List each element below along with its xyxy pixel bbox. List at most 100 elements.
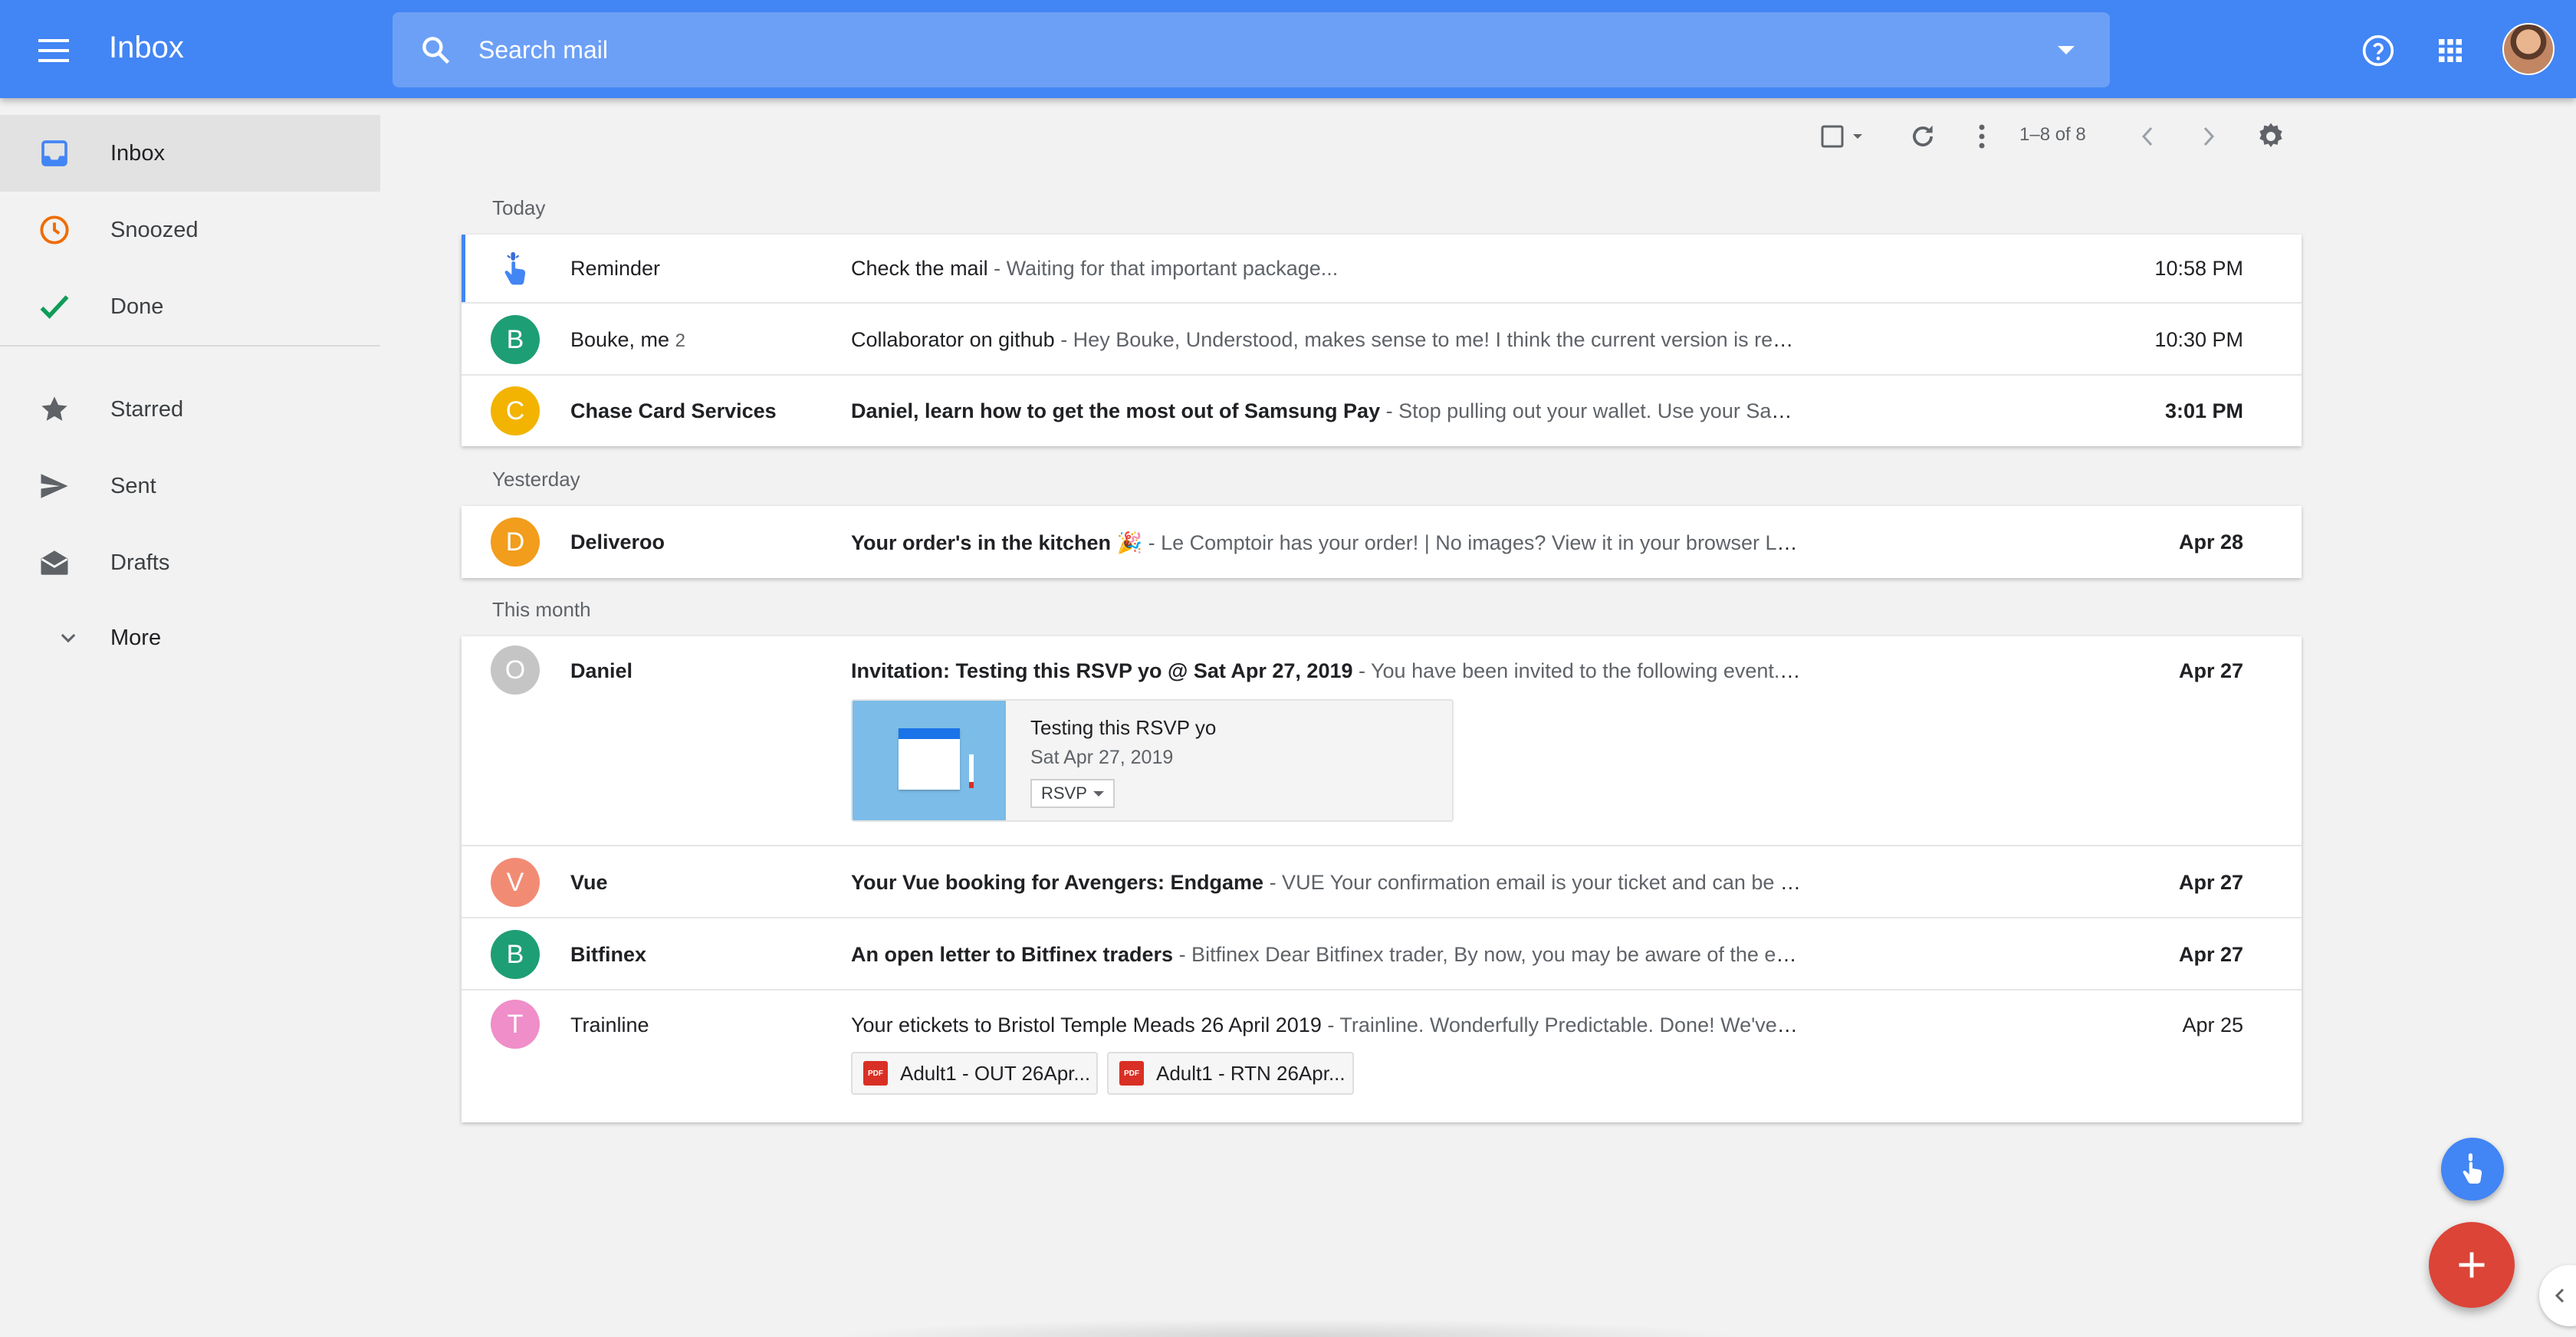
side-panel-toggle[interactable] <box>2539 1265 2576 1326</box>
attachment-chip[interactable]: PDF Adult1 - OUT 26Apr... <box>851 1052 1098 1095</box>
search-options-icon[interactable] <box>2058 46 2075 54</box>
email-preview: Collaborator on github - Hey Bouke, Unde… <box>851 328 1802 352</box>
search-input[interactable] <box>478 31 1935 69</box>
email-subject: Daniel, learn how to get the most out of… <box>851 399 1381 422</box>
email-row[interactable]: T Trainline Your etickets to Bristol Tem… <box>462 990 2302 1122</box>
email-subject: Collaborator on github <box>851 328 1055 351</box>
email-avatar: V <box>491 858 540 907</box>
email-sender: Vue <box>570 871 608 894</box>
sidebar-item-label: More <box>110 625 162 650</box>
pdf-icon: PDF <box>1119 1061 1144 1086</box>
apps-icon[interactable] <box>2427 28 2473 74</box>
email-row[interactable]: B Bitfinex An open letter to Bitfinex tr… <box>462 918 2302 990</box>
reminder-hand-icon <box>2463 1153 2482 1184</box>
prev-page-icon[interactable] <box>2128 115 2167 158</box>
email-sender: Reminder <box>570 257 661 280</box>
top-app-bar: Inbox <box>0 0 2576 98</box>
email-preview: An open letter to Bitfinex traders - Bit… <box>851 943 1802 967</box>
email-subject: Your order's in the kitchen 🎉 <box>851 531 1143 554</box>
email-sender: Chase Card Services <box>570 399 777 422</box>
email-time: Apr 27 <box>2178 659 2243 682</box>
email-row[interactable]: Reminder Check the mail - Waiting for th… <box>462 235 2302 304</box>
sidebar-item-label: Starred <box>110 396 184 422</box>
section-label-this-month: This month <box>492 598 591 621</box>
sender-name: Bouke, me <box>570 328 670 351</box>
rsvp-dropdown[interactable]: RSVP <box>1030 779 1115 808</box>
email-preview: Your etickets to Bristol Temple Meads 26… <box>851 1013 1802 1037</box>
email-preview: Daniel, learn how to get the most out of… <box>851 399 1802 423</box>
email-snippet: - Bitfinex Dear Bitfinex trader, By now,… <box>1178 943 1802 966</box>
email-snippet: - Trainline. Wonderfully Predictable. Do… <box>1327 1013 1802 1036</box>
drafts-icon <box>35 544 74 582</box>
email-avatar: O <box>491 646 540 695</box>
app-title: Inbox <box>109 31 184 64</box>
email-sender: Deliveroo <box>570 531 665 554</box>
calendar-pane <box>899 728 960 790</box>
sidebar-item-label: Done <box>110 294 164 319</box>
compose-fab[interactable] <box>2429 1222 2515 1308</box>
sidebar-item-starred[interactable]: Starred <box>0 371 380 448</box>
sidebar-item-label: Snoozed <box>110 217 199 242</box>
star-icon <box>35 390 74 429</box>
email-preview: Invitation: Testing this RSVP yo @ Sat A… <box>851 659 1802 683</box>
email-subject: Your Vue booking for Avengers: Endgame <box>851 871 1264 894</box>
search-bar[interactable] <box>393 12 2110 87</box>
email-sender: Bitfinex <box>570 943 647 966</box>
email-time: Apr 27 <box>2178 871 2243 894</box>
reminder-hand-icon <box>491 245 540 294</box>
attachment-name: Adult1 - RTN 26Apr... <box>1156 1061 1346 1085</box>
email-avatar: B <box>491 930 540 979</box>
help-icon[interactable] <box>2355 28 2401 74</box>
search-icon[interactable] <box>419 33 452 71</box>
email-sender: Daniel <box>570 659 633 682</box>
sidebar-item-inbox[interactable]: Inbox <box>0 115 380 192</box>
next-page-icon[interactable] <box>2190 115 2228 158</box>
sidebar-item-label: Inbox <box>110 140 165 166</box>
reminder-fab[interactable] <box>2441 1138 2504 1201</box>
menu-icon[interactable] <box>31 28 77 74</box>
avatar[interactable] <box>2502 23 2555 75</box>
email-row[interactable]: O Daniel Invitation: Testing this RSVP y… <box>462 636 2302 846</box>
chevron-down-icon <box>49 619 87 657</box>
email-avatar: T <box>491 1000 540 1049</box>
email-subject: Your etickets to Bristol Temple Meads 26… <box>851 1013 1322 1036</box>
email-time: 3:01 PM <box>2164 399 2243 422</box>
email-preview: Your Vue booking for Avengers: Endgame -… <box>851 871 1802 895</box>
event-date: Sat Apr 27, 2019 <box>1030 747 1174 768</box>
email-avatar: C <box>491 386 540 435</box>
event-title: Testing this RSVP yo <box>1030 716 1217 739</box>
email-snippet: - Waiting for that important package... <box>987 257 1339 280</box>
gear-icon[interactable] <box>2249 115 2292 158</box>
email-preview: Check the mail - Waiting for that import… <box>851 257 1802 281</box>
email-subject: An open letter to Bitfinex traders <box>851 943 1174 966</box>
pen-icon <box>969 754 974 788</box>
email-subject: Check the mail <box>851 257 988 280</box>
email-row[interactable]: C Chase Card Services Daniel, learn how … <box>462 376 2302 446</box>
refresh-icon[interactable] <box>1901 115 1944 158</box>
email-row[interactable]: B Bouke, me 2 Collaborator on github - H… <box>462 304 2302 376</box>
sidebar-item-done[interactable]: Done <box>0 268 380 345</box>
email-row[interactable]: V Vue Your Vue booking for Avengers: End… <box>462 846 2302 918</box>
section-label-yesterday: Yesterday <box>492 468 580 491</box>
calendar-illustration <box>853 701 1006 820</box>
sidebar-item-snoozed[interactable]: Snoozed <box>0 192 380 268</box>
attachment-chip[interactable]: PDF Adult1 - RTN 26Apr... <box>1107 1052 1354 1095</box>
email-time: Apr 28 <box>2178 531 2243 554</box>
caret-down-icon <box>1092 790 1104 797</box>
event-invite-card[interactable]: Testing this RSVP yo Sat Apr 27, 2019 RS… <box>851 699 1454 822</box>
send-icon <box>35 467 74 505</box>
sidebar-item-drafts[interactable]: Drafts <box>0 524 380 601</box>
sidebar-item-sent[interactable]: Sent <box>0 448 380 524</box>
email-avatar: D <box>491 517 540 567</box>
sidebar-item-label: Drafts <box>110 550 170 575</box>
rsvp-label: RSVP <box>1041 783 1087 803</box>
more-vert-icon[interactable] <box>1963 115 2001 158</box>
email-snippet: - Stop pulling out your wallet. Use your… <box>1385 399 1802 422</box>
email-snippet: - Le Comptoir has your order! | No image… <box>1148 531 1802 554</box>
select-all-checkbox[interactable] <box>1811 115 1875 158</box>
clock-icon <box>35 211 74 249</box>
email-row[interactable]: D Deliveroo Your order's in the kitchen … <box>462 506 2302 578</box>
sidebar-item-more[interactable]: More <box>0 600 380 676</box>
section-label-today: Today <box>492 196 546 219</box>
sidebar-item-label: Sent <box>110 473 156 498</box>
